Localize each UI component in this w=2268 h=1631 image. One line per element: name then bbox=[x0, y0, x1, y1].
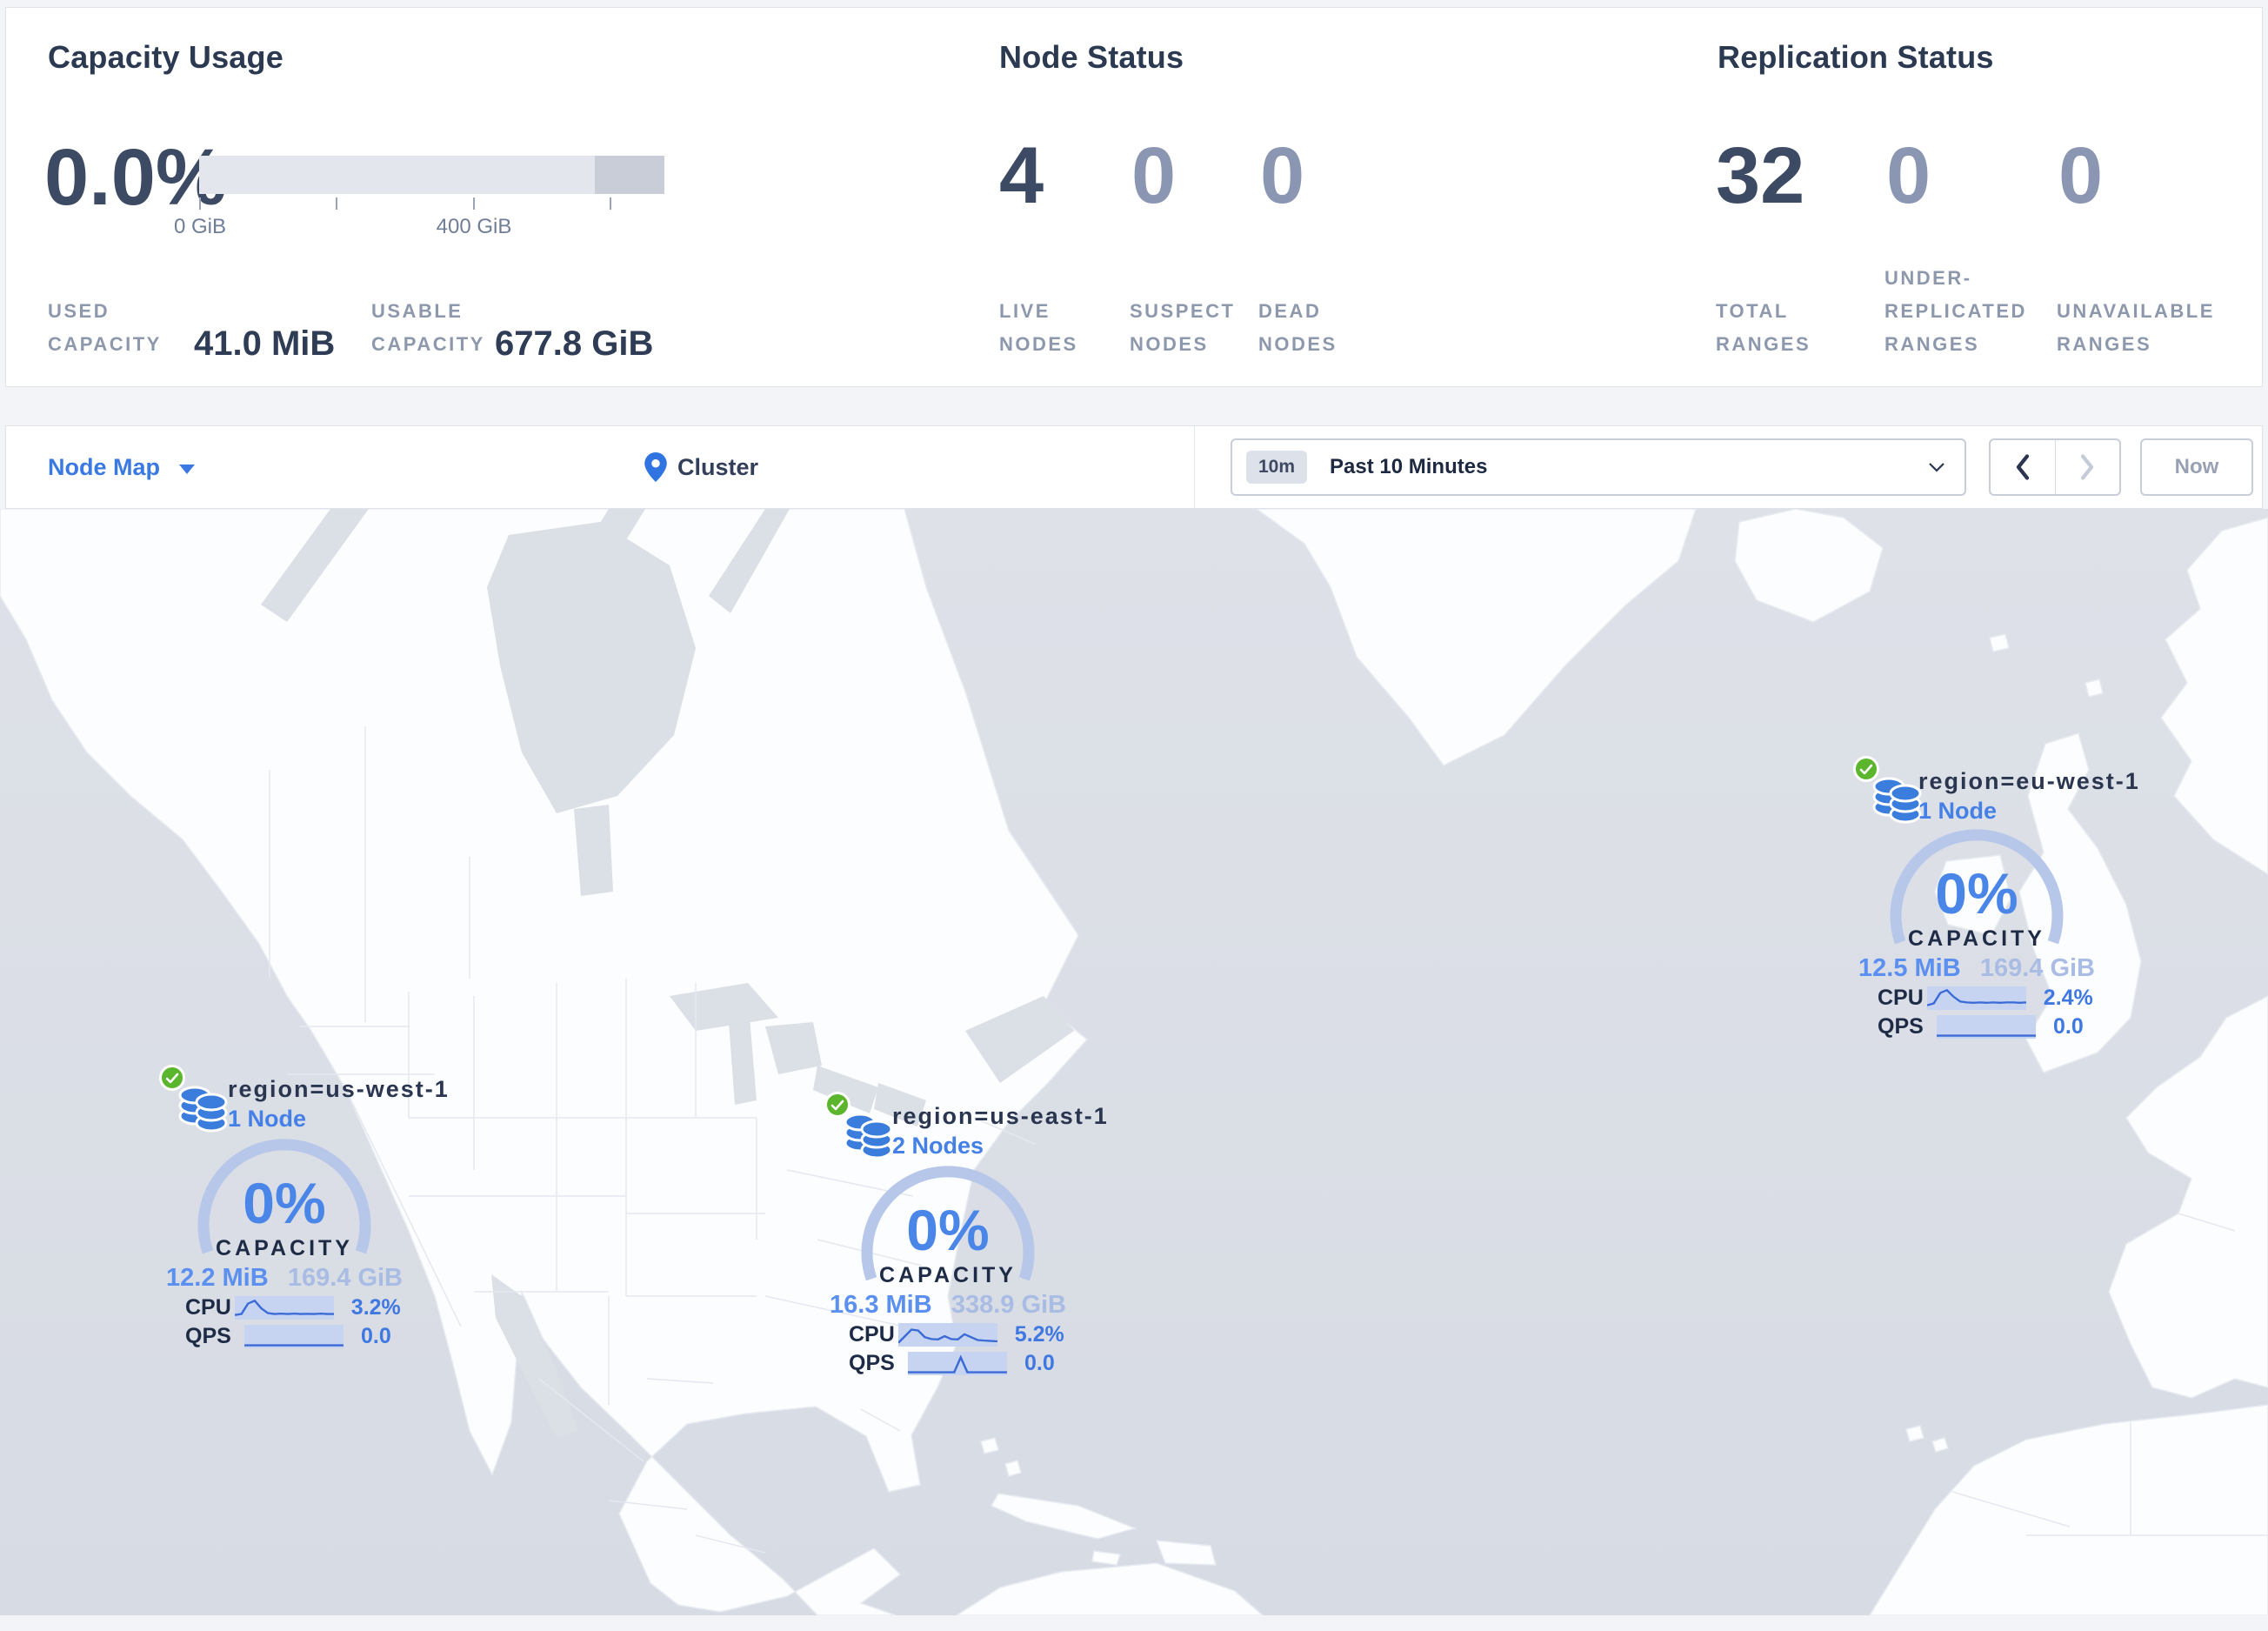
total-value: 338.9 GiB bbox=[951, 1291, 1066, 1319]
capacity-usage-bar bbox=[199, 156, 664, 194]
cpu-row: CPU 5.2% bbox=[849, 1322, 1064, 1347]
view-selector-dropdown[interactable]: Node Map bbox=[48, 426, 196, 508]
cluster-summary-panel: Capacity Usage 0.0% 0 GiB 400 GiB USED C… bbox=[5, 7, 2263, 387]
gauge-percent: 0% bbox=[243, 1171, 326, 1235]
breadcrumb-cluster-label: Cluster bbox=[677, 453, 759, 480]
time-back-button[interactable] bbox=[1991, 440, 2056, 494]
cpu-label: CPU bbox=[849, 1322, 895, 1347]
used-capacity-value: 41.0 MiB bbox=[194, 324, 336, 363]
qps-label: QPS bbox=[1878, 1014, 1924, 1039]
used-value: 12.2 MiB bbox=[166, 1264, 269, 1292]
map-pin-icon bbox=[644, 452, 667, 482]
cpu-sparkline bbox=[234, 1296, 334, 1320]
time-range-selector[interactable]: 10m Past 10 Minutes bbox=[1231, 438, 1966, 496]
cpu-row: CPU 2.4% bbox=[1878, 986, 2093, 1011]
qps-value: 0.0 bbox=[361, 1324, 391, 1348]
now-button[interactable]: Now bbox=[2140, 438, 2253, 496]
qps-value: 0.0 bbox=[2053, 1014, 2084, 1039]
map-toolbar: Node Map Cluster 10m Past 10 Minutes Now bbox=[5, 425, 2263, 509]
view-selector-label: Node Map bbox=[48, 453, 161, 480]
chevron-down-icon bbox=[179, 464, 196, 474]
time-forward-button[interactable] bbox=[2056, 440, 2120, 494]
chevron-left-icon bbox=[2016, 454, 2029, 480]
suspect-nodes-label: SUSPECT NODES bbox=[1130, 300, 1236, 355]
toolbar-divider bbox=[1194, 426, 1195, 508]
capacity-axis-label-400: 400 GiB bbox=[436, 215, 512, 238]
under-replicated-count: 0 bbox=[1886, 131, 1931, 220]
total-ranges-label: TOTAL RANGES bbox=[1716, 300, 1811, 355]
dead-nodes-label: DEAD NODES bbox=[1258, 300, 1337, 355]
capacity-values: 12.5 MiB 169.4 GiB bbox=[1858, 954, 2095, 983]
time-range-badge: 10m bbox=[1246, 451, 1308, 484]
capacity-values: 16.3 MiB 338.9 GiB bbox=[830, 1291, 1066, 1320]
used-value: 16.3 MiB bbox=[830, 1291, 932, 1319]
qps-value: 0.0 bbox=[1024, 1351, 1055, 1375]
now-button-label: Now bbox=[2174, 455, 2219, 478]
time-range-label: Past 10 Minutes bbox=[1330, 455, 1488, 478]
region-node-count: 1 Node bbox=[1918, 798, 1998, 824]
qps-row: QPS 0.0 bbox=[1878, 1014, 2091, 1039]
cpu-row: CPU 3.2% bbox=[185, 1295, 401, 1320]
qps-row: QPS 0.0 bbox=[185, 1324, 399, 1349]
live-nodes-count: 4 bbox=[999, 131, 1044, 220]
cpu-value: 2.4% bbox=[2043, 986, 2093, 1010]
database-nodes-icon bbox=[178, 1086, 228, 1133]
capacity-usage-title: Capacity Usage bbox=[48, 39, 284, 75]
database-nodes-icon bbox=[1872, 777, 1922, 824]
capacity-axis-tick bbox=[199, 197, 201, 210]
unavailable-label: UNAVAILABLE RANGES bbox=[2057, 300, 2215, 355]
qps-row: QPS 0.0 bbox=[849, 1351, 1063, 1376]
used-value: 12.5 MiB bbox=[1858, 954, 1961, 982]
time-window-pager bbox=[1989, 438, 2121, 496]
database-nodes-icon bbox=[844, 1113, 893, 1160]
usable-capacity-label: USABLE CAPACITY bbox=[371, 300, 485, 355]
world-map bbox=[0, 509, 2268, 1615]
replication-status-title: Replication Status bbox=[1718, 39, 1994, 75]
capacity-values: 12.2 MiB 169.4 GiB bbox=[166, 1264, 403, 1293]
gauge-percent: 0% bbox=[906, 1198, 990, 1262]
region-name: region=eu-west-1 bbox=[1918, 768, 2140, 794]
cpu-label: CPU bbox=[1878, 986, 1924, 1010]
qps-label: QPS bbox=[185, 1324, 231, 1348]
usable-capacity-value: 677.8 GiB bbox=[495, 324, 654, 363]
region-node-count: 2 Nodes bbox=[892, 1133, 984, 1159]
gauge-capacity-label: CAPACITY bbox=[216, 1236, 353, 1260]
dead-nodes-count: 0 bbox=[1260, 131, 1305, 220]
breadcrumb[interactable]: Cluster bbox=[644, 426, 758, 508]
chevron-right-icon bbox=[2081, 454, 2094, 480]
cpu-label: CPU bbox=[185, 1295, 231, 1320]
unavailable-count: 0 bbox=[2058, 131, 2104, 220]
capacity-axis-tick bbox=[610, 197, 611, 210]
capacity-usage-bar-reserved-segment bbox=[595, 156, 664, 194]
capacity-axis-tick bbox=[473, 197, 475, 210]
gauge-percent: 0% bbox=[1935, 861, 2018, 926]
used-capacity-label: USED CAPACITY bbox=[48, 300, 162, 355]
qps-sparkline bbox=[1937, 1015, 2036, 1039]
total-value: 169.4 GiB bbox=[1979, 954, 2095, 982]
suspect-nodes-count: 0 bbox=[1131, 131, 1177, 220]
chevron-down-icon bbox=[1929, 463, 1944, 472]
capacity-axis-label-0: 0 GiB bbox=[173, 215, 227, 238]
under-replicated-label: UNDER-REPLICATED RANGES bbox=[1884, 267, 2027, 355]
region-name: region=us-west-1 bbox=[228, 1076, 450, 1102]
region-node-count: 1 Node bbox=[228, 1106, 307, 1132]
node-status-title: Node Status bbox=[999, 39, 1184, 75]
qps-sparkline bbox=[244, 1325, 344, 1348]
gauge-capacity-label: CAPACITY bbox=[879, 1263, 1017, 1287]
live-nodes-label: LIVE NODES bbox=[999, 300, 1078, 355]
capacity-axis-tick bbox=[336, 197, 337, 210]
cpu-value: 5.2% bbox=[1014, 1322, 1064, 1347]
qps-sparkline bbox=[908, 1352, 1007, 1375]
cpu-sparkline bbox=[897, 1323, 997, 1347]
cpu-value: 3.2% bbox=[350, 1295, 401, 1320]
cpu-sparkline bbox=[1926, 986, 2026, 1010]
qps-label: QPS bbox=[849, 1351, 895, 1375]
total-ranges-count: 32 bbox=[1716, 131, 1805, 220]
region-name: region=us-east-1 bbox=[892, 1103, 1109, 1129]
total-value: 169.4 GiB bbox=[287, 1264, 403, 1292]
gauge-capacity-label: CAPACITY bbox=[1908, 926, 2045, 951]
